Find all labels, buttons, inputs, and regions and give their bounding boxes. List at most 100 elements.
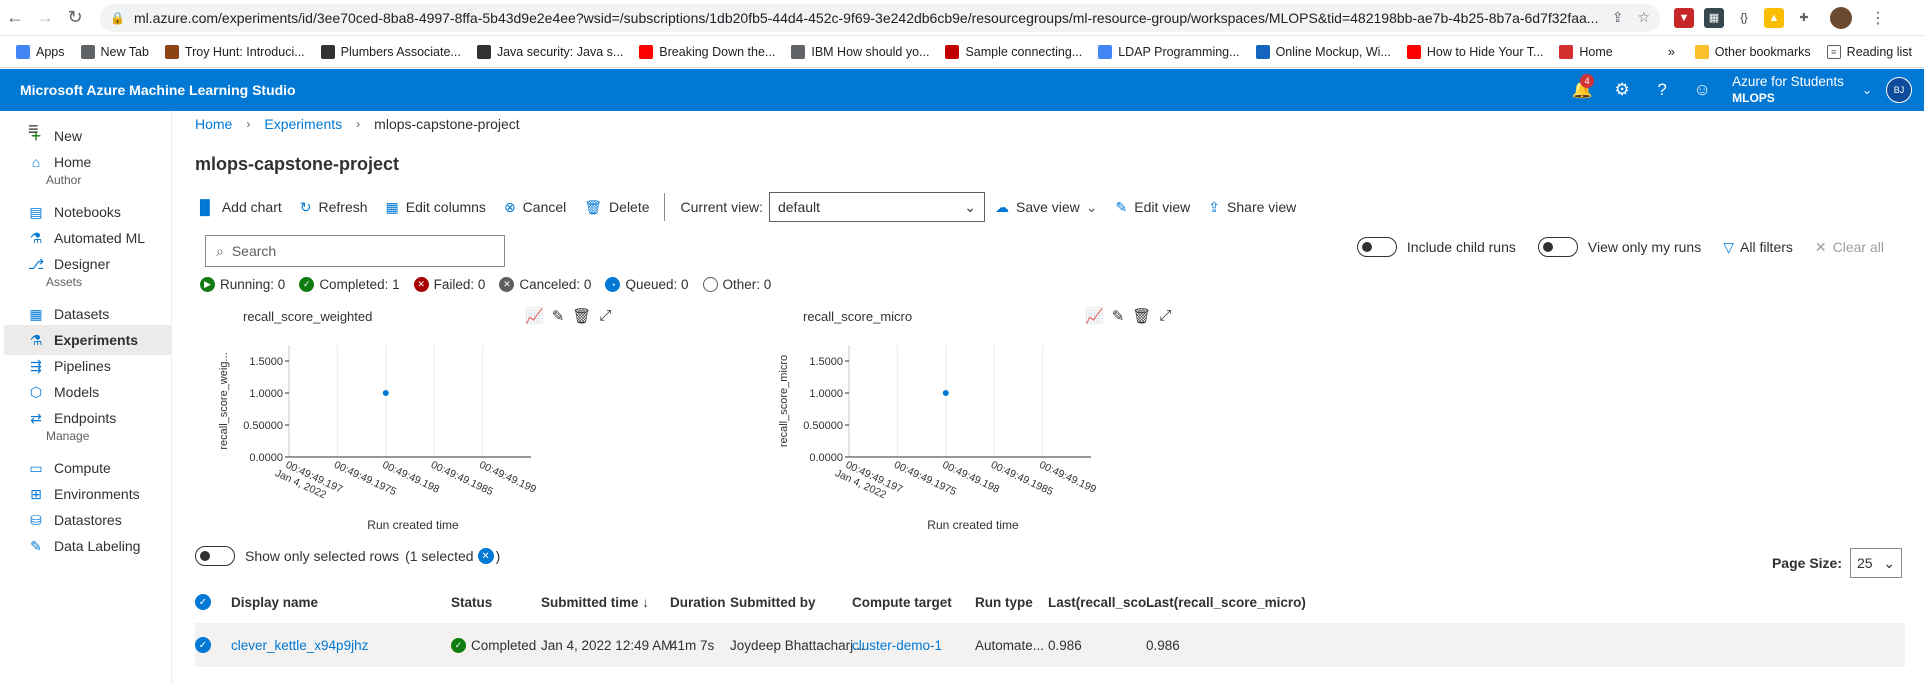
bookmark-item[interactable]: Apps <box>16 44 65 59</box>
workspace-selector[interactable]: Azure for Students MLOPS <box>1732 74 1844 106</box>
extension-drive-icon[interactable]: ▲ <box>1764 7 1784 28</box>
save-view-button[interactable]: ☁ Save view ⌄ <box>995 199 1098 216</box>
address-bar[interactable]: 🔒 ml.azure.com/experiments/id/3ee70ced-8… <box>100 3 1660 32</box>
y-tick-label: 0.0000 <box>249 452 283 464</box>
add-chart-button[interactable]: ▐▌ Add chart <box>195 199 282 215</box>
lock-icon: 🔒 <box>110 10 125 25</box>
chart-svg: 0.00000.500001.00001.500000:49:49.197Jan… <box>778 345 1098 532</box>
share-icon: ⇪ <box>1208 198 1221 215</box>
y-tick-label: 0.50000 <box>803 420 843 432</box>
url-text: ml.azure.com/experiments/id/3ee70ced-8ba… <box>134 9 1599 26</box>
bookmark-item[interactable]: Breaking Down the... <box>639 44 775 59</box>
run-submitted-by: Joydeep Bhattacharj... <box>730 637 865 653</box>
bookmark-item[interactable]: Plumbers Associate... <box>320 44 461 59</box>
trash-icon[interactable]: 🗑 <box>572 307 591 325</box>
bookmark-item[interactable]: Java security: Java s... <box>476 44 623 59</box>
bookmark-item[interactable]: Home <box>1559 44 1613 59</box>
status-other[interactable]: Other: 0 <box>702 277 771 292</box>
chevron-down-icon[interactable]: ⌄ <box>1862 83 1872 97</box>
column-header[interactable]: Status <box>451 595 492 610</box>
cloud-save-icon: ☁ <box>994 198 1009 215</box>
breadcrumb: Home › Experiments › mlops-capstone-proj… <box>195 116 520 132</box>
sidebar-item-home[interactable]: ⌂ Home <box>4 147 171 177</box>
select-all-checkbox[interactable]: ✓ <box>195 594 211 610</box>
y-tick-label: 1.0000 <box>249 388 283 400</box>
status-completed[interactable]: ✓ Completed: 1 <box>299 277 400 292</box>
compute-target-link[interactable]: cluster-demo-1 <box>852 638 942 653</box>
cancel-button[interactable]: ⊗ Cancel <box>504 199 566 216</box>
extension-grid-icon[interactable]: ▦ <box>1704 7 1724 28</box>
x-axis-title: Run created time <box>367 518 459 532</box>
bookmark-star-icon[interactable]: ☆ <box>1637 9 1650 26</box>
status-failed[interactable]: ✕ Failed: 0 <box>413 277 485 292</box>
table-row[interactable]: ✓ clever_kettle_x94p9jhz ✓ Completed Jan … <box>195 623 1905 667</box>
bookmark-item[interactable]: Online Mockup, Wi... <box>1255 44 1391 59</box>
extension-shield-icon[interactable]: ▼ <box>1674 7 1694 28</box>
clear-all-button[interactable]: ✕ Clear all <box>1815 239 1884 256</box>
user-avatar[interactable]: BJ <box>1886 77 1912 103</box>
page-size-dropdown[interactable]: 25 ⌄ <box>1850 548 1902 578</box>
extension-json-icon[interactable]: {} <box>1734 7 1754 28</box>
column-header[interactable]: Run type <box>975 595 1033 610</box>
pencil-icon[interactable]: ✎ <box>1112 307 1125 325</box>
view-only-my-runs-toggle[interactable]: View only my runs <box>1537 237 1701 257</box>
sidebar-item-designer[interactable]: ⎇ Designer <box>4 249 171 279</box>
search-input[interactable]: ⌕ Search <box>205 235 505 267</box>
table-header-row: ✓ Display name Status Submitted time ↓ D… <box>195 581 1905 623</box>
bookmark-item[interactable]: New Tab <box>80 44 149 59</box>
column-header[interactable]: Submitted time ↓ <box>541 595 649 610</box>
page-size-control: Page Size: 25 ⌄ <box>1772 548 1902 578</box>
bookmark-item[interactable]: How to Hide Your T... <box>1406 44 1543 59</box>
column-header[interactable]: Duration <box>670 595 726 610</box>
refresh-button[interactable]: ↻ Refresh <box>300 199 368 216</box>
share-view-button[interactable]: ⇪ Share view <box>1208 199 1296 216</box>
clear-selection-icon[interactable]: ✕ <box>477 548 494 564</box>
edit-view-button[interactable]: ✎ Edit view <box>1116 199 1191 216</box>
reload-icon[interactable]: ↻ <box>60 3 90 33</box>
column-header[interactable]: Submitted by <box>730 595 816 610</box>
extensions-puzzle-icon[interactable]: ✚ <box>1794 7 1814 28</box>
bookmarks-overflow[interactable]: » <box>1668 45 1675 59</box>
include-child-runs-toggle[interactable]: Include child runs <box>1356 237 1516 257</box>
status-queued[interactable]: ◔ Queued: 0 <box>605 277 689 292</box>
current-view-dropdown[interactable]: default ⌄ <box>768 192 985 222</box>
breadcrumb-home[interactable]: Home <box>195 116 232 132</box>
column-header[interactable]: Last(recall_score_micro) <box>1146 595 1306 610</box>
sidebar-item-data-labeling[interactable]: ✎ Data Labeling <box>4 531 171 561</box>
expand-icon[interactable]: ⤢ <box>599 307 611 325</box>
pencil-icon[interactable]: ✎ <box>552 307 565 325</box>
reading-list[interactable]: ≡ Reading list <box>1826 44 1912 59</box>
delete-button[interactable]: 🗑 Delete <box>584 199 649 216</box>
row-checkbox[interactable]: ✓ <box>195 637 211 653</box>
expand-icon[interactable]: ⤢ <box>1159 307 1171 325</box>
settings-icon[interactable]: ⚙ <box>1602 69 1642 111</box>
share-page-icon[interactable]: ⇪ <box>1612 9 1624 26</box>
column-header[interactable]: Last(recall_sco... <box>1048 595 1158 610</box>
bookmark-item[interactable]: IBM How should yo... <box>791 44 929 59</box>
bookmark-item[interactable]: Troy Hunt: Introduci... <box>164 44 305 59</box>
bookmark-favicon-icon <box>639 44 654 59</box>
column-header[interactable]: Display name <box>231 595 318 610</box>
line-chart-icon[interactable]: 📈 <box>525 307 544 325</box>
chrome-menu-icon[interactable]: ⋮ <box>1870 8 1886 28</box>
status-running[interactable]: ▶ Running: 0 <box>200 277 285 292</box>
chrome-profile-avatar[interactable] <box>1830 6 1852 29</box>
all-filters-button[interactable]: ▽ All filters <box>1723 239 1793 256</box>
status-canceled[interactable]: ✕ Canceled: 0 <box>499 277 591 292</box>
bookmark-item[interactable]: Sample connecting... <box>945 44 1082 59</box>
notifications-icon[interactable]: 🔔 4 <box>1562 69 1602 111</box>
edit-columns-button[interactable]: ▦ Edit columns <box>386 199 486 216</box>
forward-icon[interactable]: → <box>30 3 60 33</box>
show-selected-toggle[interactable] <box>195 546 235 566</box>
help-icon[interactable]: ? <box>1642 69 1682 111</box>
other-bookmarks[interactable]: Other bookmarks <box>1694 44 1811 59</box>
run-display-name-link[interactable]: clever_kettle_x94p9jhz <box>231 638 368 653</box>
back-icon[interactable]: ← <box>0 3 30 33</box>
trash-icon[interactable]: 🗑 <box>1132 307 1151 325</box>
left-sidebar: ≡ + New ⌂ Home ▤ Notebooks ⚗ Automated ML ⎇ Desig… <box>0 111 172 685</box>
column-header[interactable]: Compute target <box>852 595 952 610</box>
breadcrumb-experiments[interactable]: Experiments <box>264 116 342 132</box>
line-chart-icon[interactable]: 📈 <box>1085 307 1104 325</box>
bookmark-item[interactable]: LDAP Programming... <box>1098 44 1240 59</box>
feedback-smiley-icon[interactable]: ☺ <box>1682 69 1722 111</box>
